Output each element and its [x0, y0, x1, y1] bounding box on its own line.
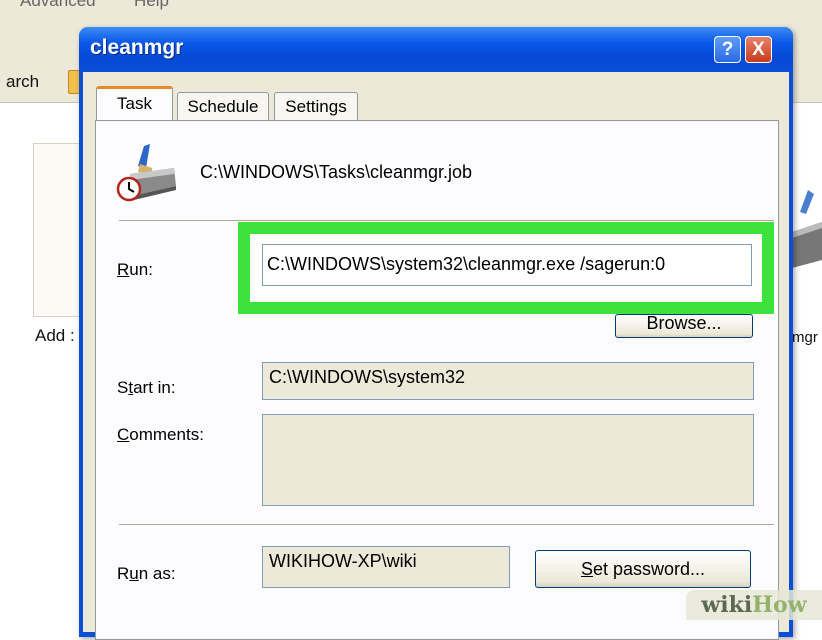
- close-icon: X: [752, 39, 765, 60]
- broom-clock-icon: [116, 144, 176, 202]
- comments-label-key: C: [117, 425, 130, 444]
- close-button[interactable]: X: [745, 36, 772, 63]
- set-password-key: S: [580, 559, 593, 579]
- comments-label-rest: omments:: [129, 425, 204, 444]
- background-item-label: Add :: [35, 326, 75, 345]
- start-in-label-rest: art in:: [133, 378, 176, 397]
- job-path: C:\WINDOWS\Tasks\cleanmgr.job: [200, 162, 473, 182]
- tab-schedule[interactable]: Schedule: [177, 92, 269, 122]
- browse-button[interactable]: Browse...: [615, 314, 753, 338]
- menu-advanced[interactable]: Advanced: [20, 0, 96, 11]
- dialog-title: cleanmgr: [90, 36, 184, 59]
- run-label-rest: un:: [129, 260, 153, 279]
- run-label: Run:: [117, 260, 153, 280]
- start-in-input[interactable]: C:\WINDOWS\system32: [262, 362, 754, 400]
- run-label-key: R: [117, 260, 130, 279]
- run-input[interactable]: C:\WINDOWS\system32\cleanmgr.exe /sageru…: [262, 244, 752, 286]
- run-as-label: Run as:: [117, 564, 176, 584]
- comments-label: Comments:: [117, 425, 204, 445]
- run-as-input[interactable]: WIKIHOW-XP\wiki: [262, 546, 510, 588]
- background-item[interactable]: [33, 143, 82, 317]
- start-in-label: Start in:: [117, 378, 176, 398]
- set-password-rest: et password...: [592, 559, 706, 579]
- run-as-label-pre: R: [117, 564, 130, 583]
- help-icon: ?: [721, 39, 734, 60]
- watermark: wikiHow: [686, 590, 822, 620]
- search-label[interactable]: arch: [6, 72, 39, 92]
- tab-settings[interactable]: Settings: [274, 92, 358, 122]
- run-as-label-rest: n as:: [138, 564, 176, 583]
- watermark-part2: How: [752, 592, 807, 618]
- tab-task[interactable]: Task: [96, 86, 173, 120]
- start-in-label-pre: S: [117, 378, 129, 397]
- run-as-label-key: u: [129, 564, 139, 583]
- help-button[interactable]: ?: [714, 36, 741, 63]
- broom-icon: [792, 190, 822, 268]
- watermark-part1: wiki: [701, 592, 753, 618]
- separator-2: [119, 524, 774, 526]
- comments-input[interactable]: [262, 414, 754, 506]
- background-item-label-right: mgr: [792, 329, 818, 346]
- set-password-button[interactable]: Set password...: [535, 550, 751, 588]
- title-bar[interactable]: cleanmgr ? X: [79, 27, 793, 72]
- menu-help[interactable]: Help: [134, 0, 169, 11]
- background-menubar: Advanced Help: [0, 0, 822, 20]
